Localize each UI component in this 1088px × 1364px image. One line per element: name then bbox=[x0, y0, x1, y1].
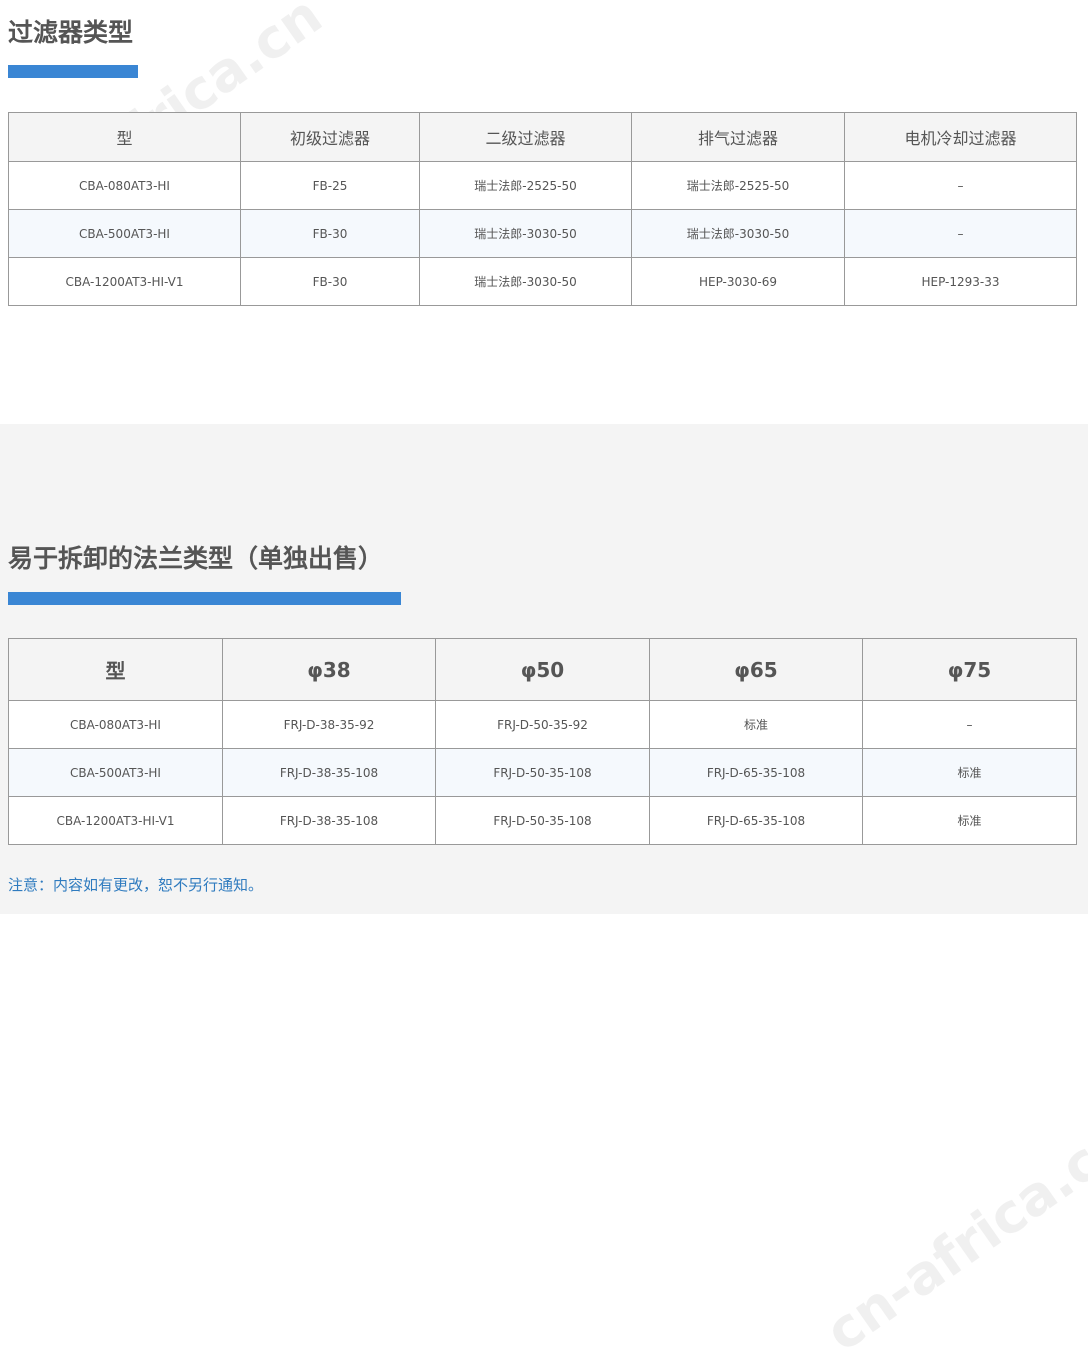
header-cell: φ75 bbox=[862, 638, 1077, 701]
table-cell: CBA-500AT3-HI bbox=[8, 209, 241, 258]
table-cell: FRJ-D-50-35-108 bbox=[435, 796, 650, 845]
header-cell: 初级过滤器 bbox=[240, 112, 420, 162]
table-cell: FRJ-D-38-35-92 bbox=[222, 700, 436, 749]
flange-types-section: cn-africa.cn 易于拆卸的法兰类型（单独出售） 型 φ38 φ50 φ… bbox=[0, 424, 1088, 1364]
table-cell: FRJ-D-65-35-108 bbox=[649, 796, 863, 845]
table-cell: CBA-080AT3-HI bbox=[8, 161, 241, 210]
table-cell: – bbox=[862, 700, 1077, 749]
header-cell: 二级过滤器 bbox=[419, 112, 632, 162]
header-cell: φ38 bbox=[222, 638, 436, 701]
table-header-row: 型 初级过滤器 二级过滤器 排气过滤器 电机冷却过滤器 bbox=[8, 112, 1077, 162]
table-cell: HEP-1293-33 bbox=[844, 257, 1077, 306]
section-title: 易于拆卸的法兰类型（单独出售） bbox=[8, 544, 384, 573]
table-row: CBA-500AT3-HI FB-30 瑞士法郎-3030-50 瑞士法郎-30… bbox=[8, 209, 1077, 258]
header-cell: 型 bbox=[8, 112, 241, 162]
flange-types-table: 型 φ38 φ50 φ65 φ75 CBA-080AT3-HI FRJ-D-38… bbox=[8, 638, 1077, 845]
table-cell: FB-30 bbox=[240, 257, 420, 306]
table-row: CBA-500AT3-HI FRJ-D-38-35-108 FRJ-D-50-3… bbox=[8, 748, 1077, 797]
table-cell: 瑞士法郎-3030-50 bbox=[419, 257, 632, 306]
table-cell: CBA-1200AT3-HI-V1 bbox=[8, 796, 223, 845]
filter-types-section: cn-africa.cn 过滤器类型 型 初级过滤器 二级过滤器 排气过滤器 电… bbox=[0, 0, 1088, 424]
table-cell: HEP-3030-69 bbox=[631, 257, 845, 306]
table-row: CBA-1200AT3-HI-V1 FB-30 瑞士法郎-3030-50 HEP… bbox=[8, 257, 1077, 306]
header-cell: φ50 bbox=[435, 638, 650, 701]
table-cell: FB-25 bbox=[240, 161, 420, 210]
table-cell: FRJ-D-65-35-108 bbox=[649, 748, 863, 797]
table-cell: 瑞士法郎-2525-50 bbox=[419, 161, 632, 210]
table-cell: FRJ-D-38-35-108 bbox=[222, 748, 436, 797]
header-cell: 电机冷却过滤器 bbox=[844, 112, 1077, 162]
table-cell: 标准 bbox=[862, 796, 1077, 845]
table-cell: 瑞士法郎-3030-50 bbox=[419, 209, 632, 258]
table-row: CBA-1200AT3-HI-V1 FRJ-D-38-35-108 FRJ-D-… bbox=[8, 796, 1077, 845]
title-underline bbox=[8, 65, 138, 78]
table-cell: FB-30 bbox=[240, 209, 420, 258]
table-cell: FRJ-D-50-35-92 bbox=[435, 700, 650, 749]
watermark: cn-africa.cn bbox=[814, 1107, 1088, 1364]
table-cell: 标准 bbox=[862, 748, 1077, 797]
title-underline bbox=[8, 592, 401, 605]
header-cell: 型 bbox=[8, 638, 223, 701]
section-title: 过滤器类型 bbox=[8, 18, 134, 47]
table-cell: 瑞士法郎-2525-50 bbox=[631, 161, 845, 210]
table-header-row: 型 φ38 φ50 φ65 φ75 bbox=[8, 638, 1077, 701]
table-cell: 标准 bbox=[649, 700, 863, 749]
table-row: CBA-080AT3-HI FRJ-D-38-35-92 FRJ-D-50-35… bbox=[8, 700, 1077, 749]
table-cell: 瑞士法郎-3030-50 bbox=[631, 209, 845, 258]
table-cell: – bbox=[844, 209, 1077, 258]
table-cell: FRJ-D-38-35-108 bbox=[222, 796, 436, 845]
table-cell: CBA-500AT3-HI bbox=[8, 748, 223, 797]
table-row: CBA-080AT3-HI FB-25 瑞士法郎-2525-50 瑞士法郎-25… bbox=[8, 161, 1077, 210]
disclaimer-note: 注意：内容如有更改，恕不另行通知。 bbox=[8, 876, 264, 894]
table-cell: FRJ-D-50-35-108 bbox=[435, 748, 650, 797]
filter-types-table: 型 初级过滤器 二级过滤器 排气过滤器 电机冷却过滤器 CBA-080AT3-H… bbox=[8, 112, 1077, 306]
table-cell: – bbox=[844, 161, 1077, 210]
table-cell: CBA-1200AT3-HI-V1 bbox=[8, 257, 241, 306]
header-cell: φ65 bbox=[649, 638, 863, 701]
header-cell: 排气过滤器 bbox=[631, 112, 845, 162]
table-cell: CBA-080AT3-HI bbox=[8, 700, 223, 749]
